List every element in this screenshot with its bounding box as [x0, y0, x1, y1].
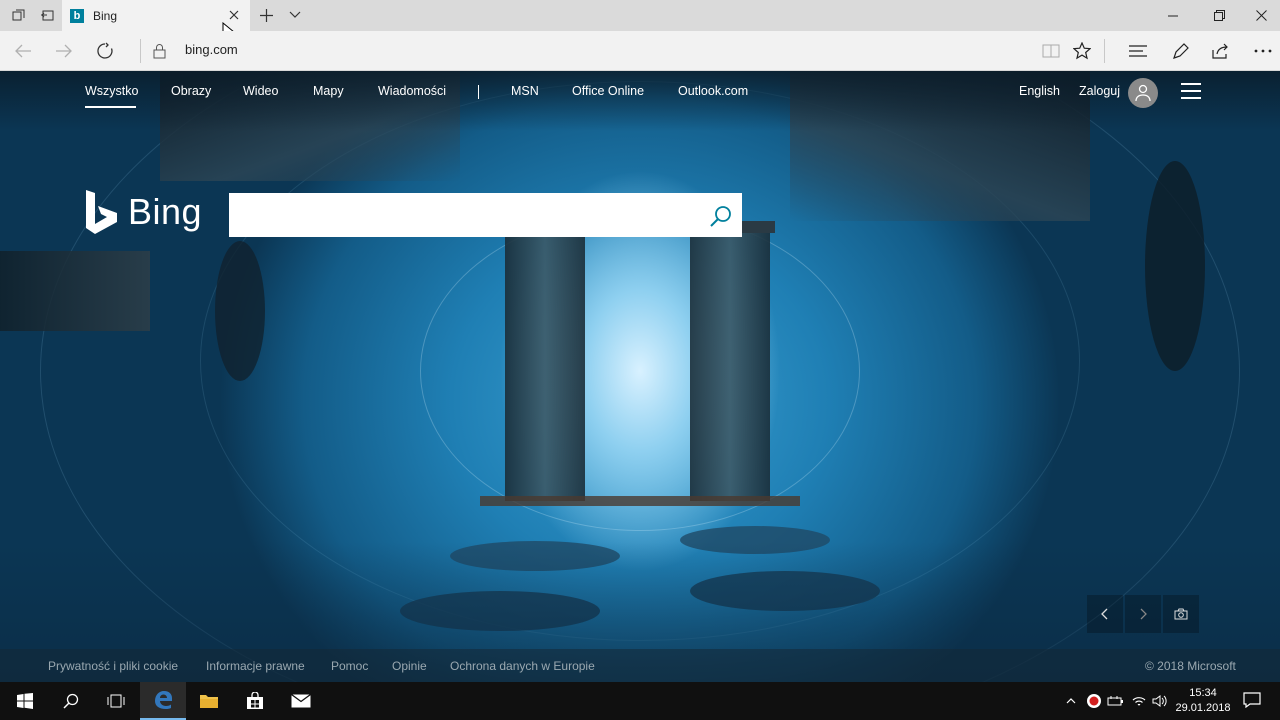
next-image-button[interactable] [1125, 595, 1161, 633]
start-button[interactable] [2, 682, 48, 720]
nav-outlook[interactable]: Outlook.com [678, 84, 748, 98]
wifi-network-icon[interactable] [1130, 693, 1148, 709]
volume-speaker-icon[interactable] [1151, 693, 1169, 709]
nav-office-online[interactable]: Office Online [572, 84, 644, 98]
task-view-button[interactable] [93, 682, 139, 720]
chevron-right-icon [1140, 608, 1147, 620]
footer-legal-link[interactable]: Informacje prawne [206, 659, 305, 673]
minimize-button[interactable] [1150, 0, 1196, 31]
tab-sets-icon[interactable] [5, 4, 31, 26]
lock-icon[interactable] [144, 36, 174, 66]
edge-icon [155, 691, 172, 709]
previous-image-button[interactable] [1087, 595, 1123, 633]
tab-title: Bing [93, 8, 118, 23]
image-info-button[interactable] [1163, 595, 1199, 633]
bing-favicon-icon: b [70, 8, 84, 23]
tab-strip: b Bing [0, 0, 1280, 40]
taskbar-file-explorer[interactable] [186, 682, 232, 720]
tab-preview-chevron-icon[interactable] [282, 4, 308, 26]
address-bar: bing.com [0, 31, 1280, 71]
divider [1104, 39, 1105, 63]
search-icon [63, 693, 79, 709]
active-nav-underline [85, 106, 136, 108]
store-bag-icon [247, 692, 263, 709]
copyright-text: © 2018 Microsoft [1145, 659, 1236, 673]
clock-date: 29.01.2018 [1175, 702, 1231, 714]
taskbar-mail[interactable] [278, 682, 324, 720]
close-tab-icon[interactable] [226, 7, 242, 23]
nav-maps[interactable]: Mapy [313, 84, 344, 98]
hub-icon[interactable] [1123, 36, 1153, 66]
action-center-notification-icon[interactable] [1243, 692, 1261, 708]
footer-feedback-link[interactable]: Opinie [392, 659, 427, 673]
bing-footer: Prywatność i pliki cookie Informacje pra… [0, 649, 1280, 682]
windows-taskbar: 15:34 29.01.2018 [0, 682, 1280, 720]
bing-homepage: Wszystko Obrazy Wideo Mapy Wiadomości MS… [0, 71, 1280, 682]
search-input[interactable] [229, 193, 699, 237]
refresh-button[interactable] [90, 36, 120, 66]
user-icon [1135, 84, 1151, 102]
mail-icon [291, 694, 311, 708]
nav-divider [478, 85, 479, 99]
divider [140, 39, 141, 63]
web-note-pen-icon[interactable] [1165, 36, 1195, 66]
power-battery-icon[interactable] [1107, 693, 1125, 709]
clock-time: 15:34 [1189, 687, 1217, 699]
footer-eu-privacy-link[interactable]: Ochrona danych w Europie [450, 659, 595, 673]
nav-all[interactable]: Wszystko [85, 84, 138, 98]
language-link[interactable]: English [1019, 84, 1060, 98]
bing-logo[interactable]: Bing [84, 187, 202, 237]
footer-help-link[interactable]: Pomoc [331, 659, 368, 673]
more-options-icon[interactable] [1248, 36, 1278, 66]
search-button[interactable] [708, 203, 734, 229]
task-view-icon [107, 694, 125, 708]
recording-app-icon[interactable] [1085, 693, 1103, 709]
set-aside-tabs-icon[interactable] [34, 4, 60, 26]
show-hidden-icons-chevron-icon[interactable] [1062, 693, 1080, 709]
nav-news[interactable]: Wiadomości [378, 84, 446, 98]
bing-top-nav: Wszystko Obrazy Wideo Mapy Wiadomości MS… [0, 71, 1280, 113]
restore-button[interactable] [1196, 0, 1242, 31]
taskbar-clock[interactable]: 15:34 29.01.2018 [1170, 686, 1236, 716]
share-icon[interactable] [1206, 36, 1236, 66]
windows-logo-icon [17, 693, 33, 709]
nav-msn[interactable]: MSN [511, 84, 539, 98]
address-url[interactable]: bing.com [185, 42, 238, 57]
chevron-left-icon [1101, 608, 1108, 620]
taskbar-store[interactable] [232, 682, 278, 720]
image-controls [1087, 595, 1209, 633]
new-tab-icon[interactable] [253, 4, 279, 26]
close-window-button[interactable] [1238, 0, 1280, 31]
sign-in-link[interactable]: Zaloguj [1079, 84, 1120, 98]
search-icon [710, 206, 731, 227]
folder-icon [200, 695, 218, 708]
camera-icon [1174, 608, 1188, 620]
footer-privacy-link[interactable]: Prywatność i pliki cookie [48, 659, 178, 673]
taskbar-edge[interactable] [140, 682, 186, 720]
nav-videos[interactable]: Wideo [243, 84, 278, 98]
favorite-star-icon[interactable] [1067, 36, 1097, 66]
menu-hamburger-icon[interactable] [1181, 83, 1201, 99]
reading-view-icon[interactable] [1036, 36, 1066, 66]
logo-text: Bing [128, 191, 203, 232]
forward-button[interactable] [49, 36, 79, 66]
search-box [229, 193, 742, 237]
bing-b-icon [86, 190, 117, 234]
back-button[interactable] [8, 36, 38, 66]
avatar[interactable] [1128, 78, 1158, 108]
nav-images[interactable]: Obrazy [171, 84, 211, 98]
taskbar-search-button[interactable] [48, 682, 94, 720]
